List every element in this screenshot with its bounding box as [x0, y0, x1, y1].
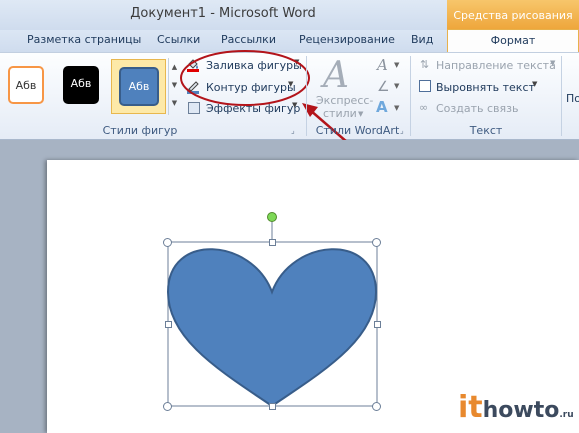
text-direction-button[interactable]: Направление текста: [436, 59, 556, 72]
text-direction-icon: ⇅: [420, 58, 430, 71]
heart-shape: [166, 248, 378, 408]
chevron-down-icon[interactable]: ▼: [550, 59, 555, 67]
group-separator: [561, 56, 562, 136]
quick-styles-label-1[interactable]: Экспресс-: [316, 94, 373, 107]
logo-word: howto: [482, 398, 560, 423]
shape-styles-group-label: Стили фигур: [102, 124, 178, 137]
chevron-down-icon[interactable]: ▼: [394, 61, 399, 69]
text-outline-icon[interactable]: ∠: [377, 79, 390, 95]
resize-handle-left[interactable]: [165, 321, 172, 328]
resize-handle-top[interactable]: [269, 239, 276, 246]
create-link-button[interactable]: Создать связь: [436, 102, 518, 115]
resize-handle-bottom[interactable]: [269, 403, 276, 410]
dialog-launcher-icon[interactable]: ⌟: [400, 126, 404, 135]
resize-handle-bottom-right[interactable]: [372, 402, 381, 411]
quick-styles-label-2[interactable]: стили: [323, 107, 357, 120]
position-group-label[interactable]: По: [566, 92, 579, 105]
wordart-styles-group-label: Стили WordArt: [315, 124, 400, 137]
logo-letter: it: [458, 390, 483, 425]
align-text-icon: [419, 80, 431, 92]
highlight-ellipse: [180, 50, 310, 106]
chevron-down-icon[interactable]: ▼: [394, 104, 399, 112]
chevron-down-icon[interactable]: ▼: [358, 110, 363, 118]
chevron-down-icon[interactable]: ▼: [394, 82, 399, 90]
dialog-launcher-icon[interactable]: ⌟: [291, 126, 295, 135]
rotation-handle: [267, 212, 277, 222]
resize-handle-top-left[interactable]: [163, 238, 172, 247]
wordart-a-icon: A: [323, 55, 349, 96]
text-fill-icon[interactable]: A: [377, 56, 388, 74]
chevron-down-icon[interactable]: ▼: [532, 80, 537, 88]
resize-handle-right[interactable]: [374, 321, 381, 328]
resize-handle-bottom-left[interactable]: [163, 402, 172, 411]
resize-handle-top-right[interactable]: [372, 238, 381, 247]
link-icon: ∞: [419, 101, 429, 114]
logo-suffix: .ru: [559, 410, 574, 420]
ithowto-logo: ithowto.ru: [458, 390, 574, 425]
text-effects-icon[interactable]: A: [376, 98, 388, 116]
text-group-label: Текст: [469, 124, 503, 137]
align-text-button[interactable]: Выровнять текст: [436, 81, 535, 94]
